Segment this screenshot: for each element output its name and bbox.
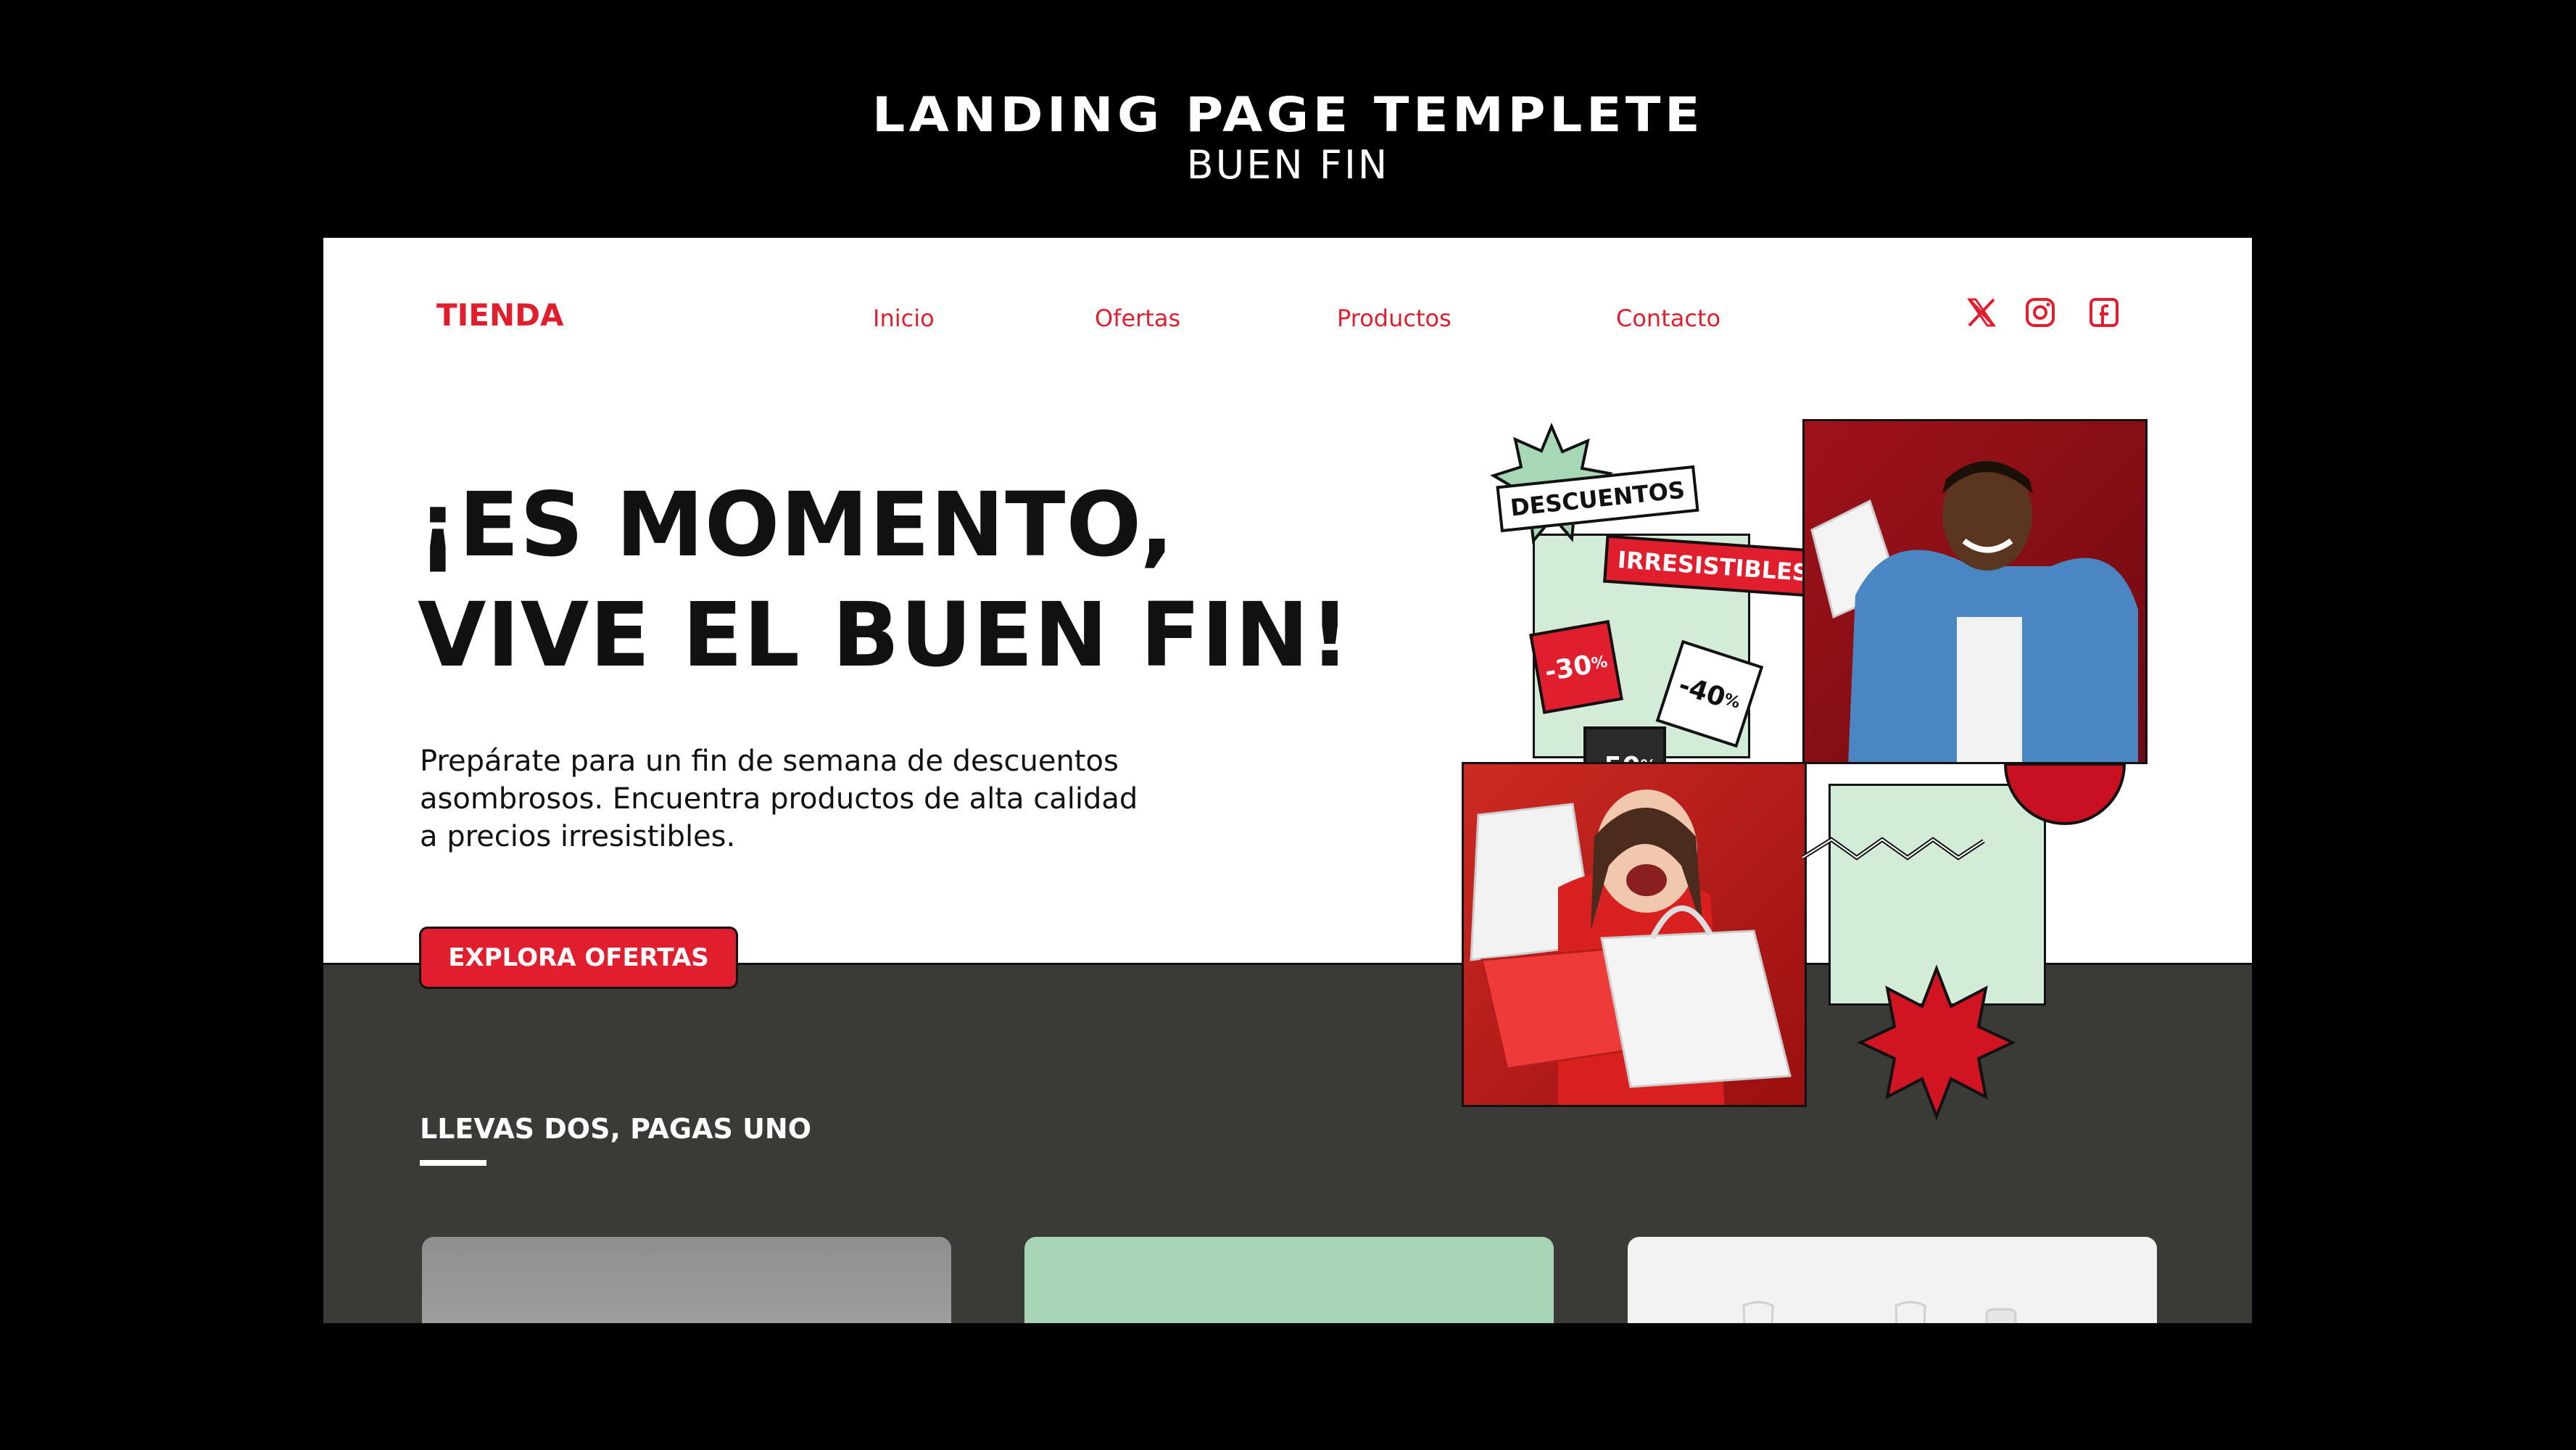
template-subtitle: BUEN FIN bbox=[1186, 142, 1390, 188]
photo-woman-shopping bbox=[1462, 762, 1807, 1107]
nav-productos[interactable]: Productos bbox=[1337, 304, 1451, 332]
starburst-red-icon bbox=[1857, 964, 2016, 1121]
hero-headline: ¡ES MOMENTO, VIVE EL BUEN FIN! bbox=[418, 470, 1360, 690]
product-image-sneakers bbox=[1024, 1237, 1554, 1323]
zigzag-line bbox=[1802, 837, 1985, 861]
facebook-icon[interactable] bbox=[2087, 296, 2121, 329]
landing-page-frame: TIENDA Inicio Ofertas Productos Contacto… bbox=[323, 238, 2252, 1323]
site-logo[interactable]: TIENDA bbox=[436, 297, 564, 333]
template-title: LANDING PAGE TEMPLETE bbox=[871, 87, 1705, 143]
hero-description: Prepárate para un fin de semana de descu… bbox=[420, 742, 1217, 856]
description-line-1: Prepárate para un fin de semana de descu… bbox=[420, 745, 1119, 778]
nav-ofertas[interactable]: Ofertas bbox=[1095, 304, 1180, 332]
instagram-icon[interactable] bbox=[2024, 296, 2057, 329]
headline-line-2: VIVE EL BUEN FIN! bbox=[418, 584, 1351, 687]
tag-30-value: -30 bbox=[1542, 650, 1594, 687]
product-card-3[interactable] bbox=[1628, 1237, 2157, 1323]
tag-40-value: -40 bbox=[1675, 670, 1729, 713]
tag-30-unit: % bbox=[1590, 652, 1610, 674]
hero-collage: DESCUENTOS IRRESISTIBLES -30% -40% -50% bbox=[1462, 419, 2201, 1121]
section-title-underline bbox=[420, 1160, 486, 1166]
product-card-1[interactable] bbox=[422, 1237, 951, 1323]
product-card-2[interactable] bbox=[1024, 1237, 1554, 1323]
nav-inicio[interactable]: Inicio bbox=[873, 304, 935, 332]
headline-line-1: ¡ES MOMENTO, bbox=[418, 473, 1175, 576]
red-half-circle bbox=[2003, 763, 2126, 825]
nav-contacto[interactable]: Contacto bbox=[1616, 304, 1720, 332]
explore-offers-button[interactable]: EXPLORA OFERTAS bbox=[419, 927, 738, 989]
offers-section-title: LLEVAS DOS, PAGAS UNO bbox=[420, 1113, 812, 1145]
x-icon[interactable] bbox=[1965, 296, 1998, 329]
product-image-glassware bbox=[1742, 1301, 2017, 1323]
description-line-3: a precios irresistibles. bbox=[420, 820, 736, 853]
description-line-2: asombrosos. Encuentra productos de alta … bbox=[420, 782, 1138, 816]
discount-tag-30: -30% bbox=[1529, 620, 1623, 714]
product-image-red-cap bbox=[422, 1237, 951, 1323]
photo-man-shopping bbox=[1802, 419, 2148, 764]
